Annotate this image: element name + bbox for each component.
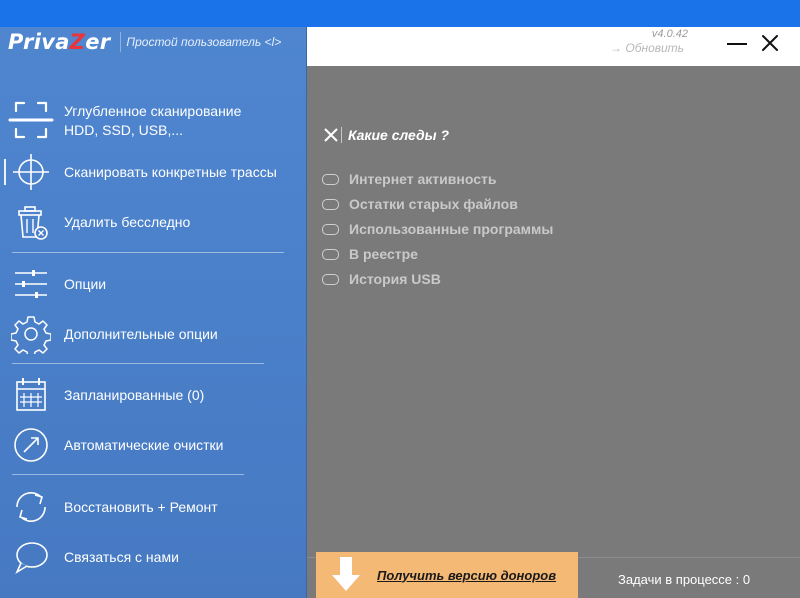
traces-title: Какие следы ? (348, 127, 450, 143)
close-button[interactable] (758, 31, 782, 55)
option-label: Остатки старых файлов (349, 196, 518, 212)
menu-auto-cleanups-label: Автоматические очистки (64, 437, 224, 453)
menu-scheduled[interactable]: Запланированные (0) (0, 370, 300, 420)
collapse-x-icon[interactable] (323, 127, 339, 143)
gear-icon (8, 311, 54, 357)
chat-bubble-icon (8, 534, 54, 580)
sliders-icon (8, 261, 54, 307)
minimize-button[interactable] (724, 30, 750, 56)
option-checkbox[interactable] (322, 173, 339, 185)
version-label: v4.0.42 (651, 28, 688, 40)
menu-options-label: Опции (64, 276, 107, 292)
menu-advanced-options-label: Дополнительные опции (64, 326, 218, 342)
menu-auto-cleanups[interactable]: Автоматические очистки (0, 420, 300, 470)
option-used-programs[interactable]: Использованные программы (322, 221, 553, 237)
option-internet-activity[interactable]: Интернет активность (322, 171, 496, 187)
option-label: В реестре (349, 246, 418, 262)
menu-scheduled-label: Запланированные (0) (64, 387, 205, 403)
donor-version-button[interactable]: Получить версию доноров (316, 552, 578, 598)
crosshair-icon (8, 149, 54, 195)
menu-restore[interactable]: Восстановить + Ремонт (0, 482, 300, 532)
sidebar-divider (12, 363, 264, 364)
trash-icon (8, 199, 54, 245)
app-logo: PrivaZer (8, 30, 111, 54)
option-registry[interactable]: В реестре (322, 246, 418, 262)
refresh-icon (8, 484, 54, 530)
tasks-status: Задачи в процессе : 0 (618, 572, 751, 587)
option-label: Использованные программы (349, 221, 554, 237)
header-separator (341, 127, 342, 143)
option-checkbox[interactable] (322, 223, 339, 235)
option-label: История USB (349, 271, 441, 287)
option-checkbox[interactable] (322, 198, 339, 210)
menu-scan-traces[interactable]: Сканировать конкретные трассы (0, 147, 300, 197)
menu-delete[interactable]: Удалить бесследно (0, 197, 300, 247)
sidebar: PrivaZer Простой пользователь <l> Углубл… (0, 27, 307, 598)
calendar-icon (8, 372, 54, 418)
menu-deep-scan[interactable]: Углубленное сканирование HDD, SSD, USB,.… (0, 95, 300, 145)
brand-separator (120, 32, 122, 52)
menu-contact-label: Связаться с нами (64, 549, 179, 565)
privazer-window: PrivaZer Простой пользователь <l> Углубл… (0, 27, 800, 598)
sidebar-divider (12, 252, 284, 253)
close-icon (762, 35, 778, 51)
main-panel: v4.0.42 → Обновить Какие следы ? Интерне… (307, 27, 800, 598)
menu-scan-traces-label: Сканировать конкретные трассы (64, 164, 277, 180)
option-checkbox[interactable] (322, 248, 339, 260)
scan-frame-icon (8, 97, 54, 143)
option-old-files[interactable]: Остатки старых файлов (322, 196, 518, 212)
menu-deep-scan-label-2: HDD, SSD, USB,... (64, 122, 184, 138)
title-bar: v4.0.42 → Обновить (307, 27, 800, 66)
sidebar-divider (12, 474, 244, 475)
auto-arrow-icon (8, 422, 54, 468)
menu-restore-label: Восстановить + Ремонт (64, 499, 218, 515)
menu-contact[interactable]: Связаться с нами (0, 532, 300, 582)
option-usb-history[interactable]: История USB (322, 271, 441, 287)
traces-header: Какие следы ? (323, 127, 449, 143)
menu-delete-label: Удалить бесследно (64, 214, 191, 230)
menu-options[interactable]: Опции (0, 259, 300, 309)
menu-advanced-options[interactable]: Дополнительные опции (0, 309, 300, 359)
menu-deep-scan-label-1: Углубленное сканирование (64, 103, 242, 119)
option-label: Интернет активность (349, 171, 497, 187)
download-arrow-icon (332, 557, 360, 591)
user-mode-label[interactable]: Простой пользователь <l> (126, 35, 281, 49)
update-link[interactable]: → Обновить (610, 41, 684, 55)
option-checkbox[interactable] (322, 273, 339, 285)
brand-bar: PrivaZer Простой пользователь <l> (0, 27, 307, 57)
donor-version-link[interactable]: Получить версию доноров (377, 568, 556, 583)
